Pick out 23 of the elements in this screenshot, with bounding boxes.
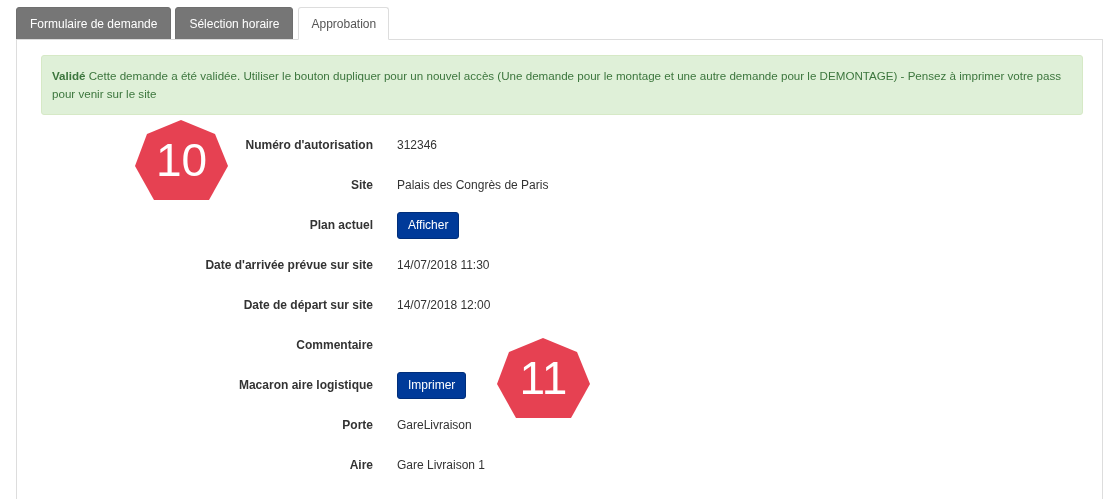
field-label: Date d'arrivée prévue sur site	[204, 258, 374, 272]
action-button[interactable]: Afficher	[397, 211, 460, 239]
field-value: 14/07/2018 11:30	[397, 258, 490, 272]
alert-message: Validé Cette demande a été validée. Utiliser le bouton dupliquer pour un nouvel accès (Une demande pour le montage et une autre demande pour le DEMONTAGE) - Pensez à imprimer votre pass pour venir sur le site	[52, 69, 1061, 100]
field-label: Aire	[348, 458, 374, 472]
callout-marker: 10	[135, 120, 228, 200]
callout-marker: 11	[497, 338, 590, 418]
field-value: GareLivraison	[397, 418, 472, 432]
tab[interactable]: Formulaire de demande	[16, 7, 172, 40]
field-label: Plan actuel	[308, 218, 374, 232]
field-label: Porte	[341, 418, 374, 432]
field-value: 312346	[397, 138, 438, 152]
field-value: Palais des Congrès de Paris	[397, 178, 549, 192]
field-label: Site	[350, 178, 374, 192]
field-label: Macaron aire logistique	[237, 378, 374, 392]
field-value: Gare Livraison 1	[397, 458, 486, 472]
tab[interactable]: Sélection horaire	[175, 7, 294, 40]
action-button[interactable]: Imprimer	[397, 371, 467, 399]
tab[interactable]: Approbation	[298, 7, 390, 40]
field-label: Commentaire	[295, 338, 374, 352]
field-label: Date de départ sur site	[242, 298, 374, 312]
field-label: Numéro d'autorisation	[244, 138, 374, 152]
field-value: 14/07/2018 12:00	[397, 298, 491, 312]
